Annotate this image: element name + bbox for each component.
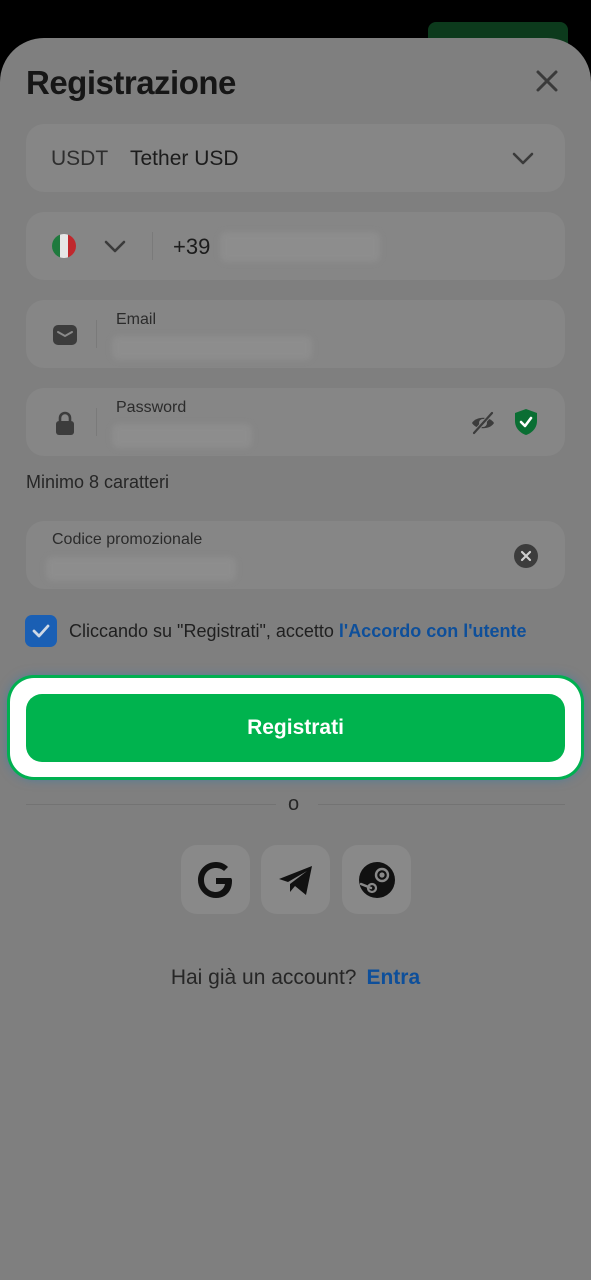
divider bbox=[96, 320, 97, 348]
password-value-redacted bbox=[112, 424, 252, 448]
password-field[interactable]: Password bbox=[26, 388, 565, 456]
italy-flag-icon[interactable] bbox=[52, 234, 76, 258]
promo-code-value-redacted bbox=[46, 557, 236, 581]
terms-text: Cliccando su "Registrati", accetto l'Acc… bbox=[69, 619, 539, 644]
login-link[interactable]: Entra bbox=[366, 966, 420, 989]
login-prompt-text: Hai già un account? bbox=[170, 966, 357, 989]
currency-name: Tether USD bbox=[130, 147, 239, 170]
password-label: Password bbox=[116, 399, 187, 416]
check-icon bbox=[32, 624, 50, 638]
password-hint: Minimo 8 caratteri bbox=[26, 472, 170, 492]
email-value-redacted bbox=[112, 336, 312, 360]
terms-label: Cliccando su "Registrati", accetto bbox=[69, 621, 339, 641]
telegram-icon bbox=[278, 865, 312, 895]
register-button-label: Registrati bbox=[247, 716, 344, 739]
phone-field[interactable]: +39 bbox=[26, 212, 565, 280]
register-button[interactable]: Registrati bbox=[26, 694, 565, 762]
clear-icon[interactable] bbox=[513, 543, 539, 569]
google-icon bbox=[197, 861, 232, 898]
divider bbox=[152, 232, 153, 260]
currency-select[interactable]: USDT Tether USD bbox=[26, 124, 565, 192]
divider-right bbox=[318, 804, 565, 805]
phone-number-redacted bbox=[220, 232, 380, 262]
eye-off-icon[interactable] bbox=[469, 409, 497, 437]
phone-prefix: +39 bbox=[173, 234, 211, 259]
divider-left bbox=[26, 804, 276, 805]
chevron-down-icon bbox=[512, 152, 534, 165]
email-label: Email bbox=[116, 311, 157, 328]
steam-icon bbox=[358, 861, 395, 898]
mail-icon bbox=[53, 325, 77, 345]
google-login-button[interactable] bbox=[181, 845, 250, 914]
register-button-highlight: Registrati bbox=[10, 678, 581, 777]
login-prompt: Hai già un account? Entra bbox=[0, 966, 591, 990]
divider bbox=[96, 408, 97, 436]
user-agreement-link[interactable]: l'Accordo con l'utente bbox=[339, 621, 527, 641]
chevron-down-icon[interactable] bbox=[103, 236, 127, 256]
steam-login-button[interactable] bbox=[342, 845, 411, 914]
page-title: Registrazione bbox=[26, 64, 236, 101]
lock-icon bbox=[56, 411, 74, 435]
terms-checkbox[interactable] bbox=[25, 615, 57, 647]
close-icon[interactable] bbox=[534, 68, 560, 94]
shield-check-icon bbox=[515, 409, 537, 435]
telegram-login-button[interactable] bbox=[261, 845, 330, 914]
promo-code-field[interactable]: Codice promozionale bbox=[26, 521, 565, 589]
currency-code: USDT bbox=[51, 147, 109, 170]
separator-label: o bbox=[288, 793, 300, 815]
promo-code-label: Codice promozionale bbox=[52, 531, 203, 548]
email-field[interactable]: Email bbox=[26, 300, 565, 368]
